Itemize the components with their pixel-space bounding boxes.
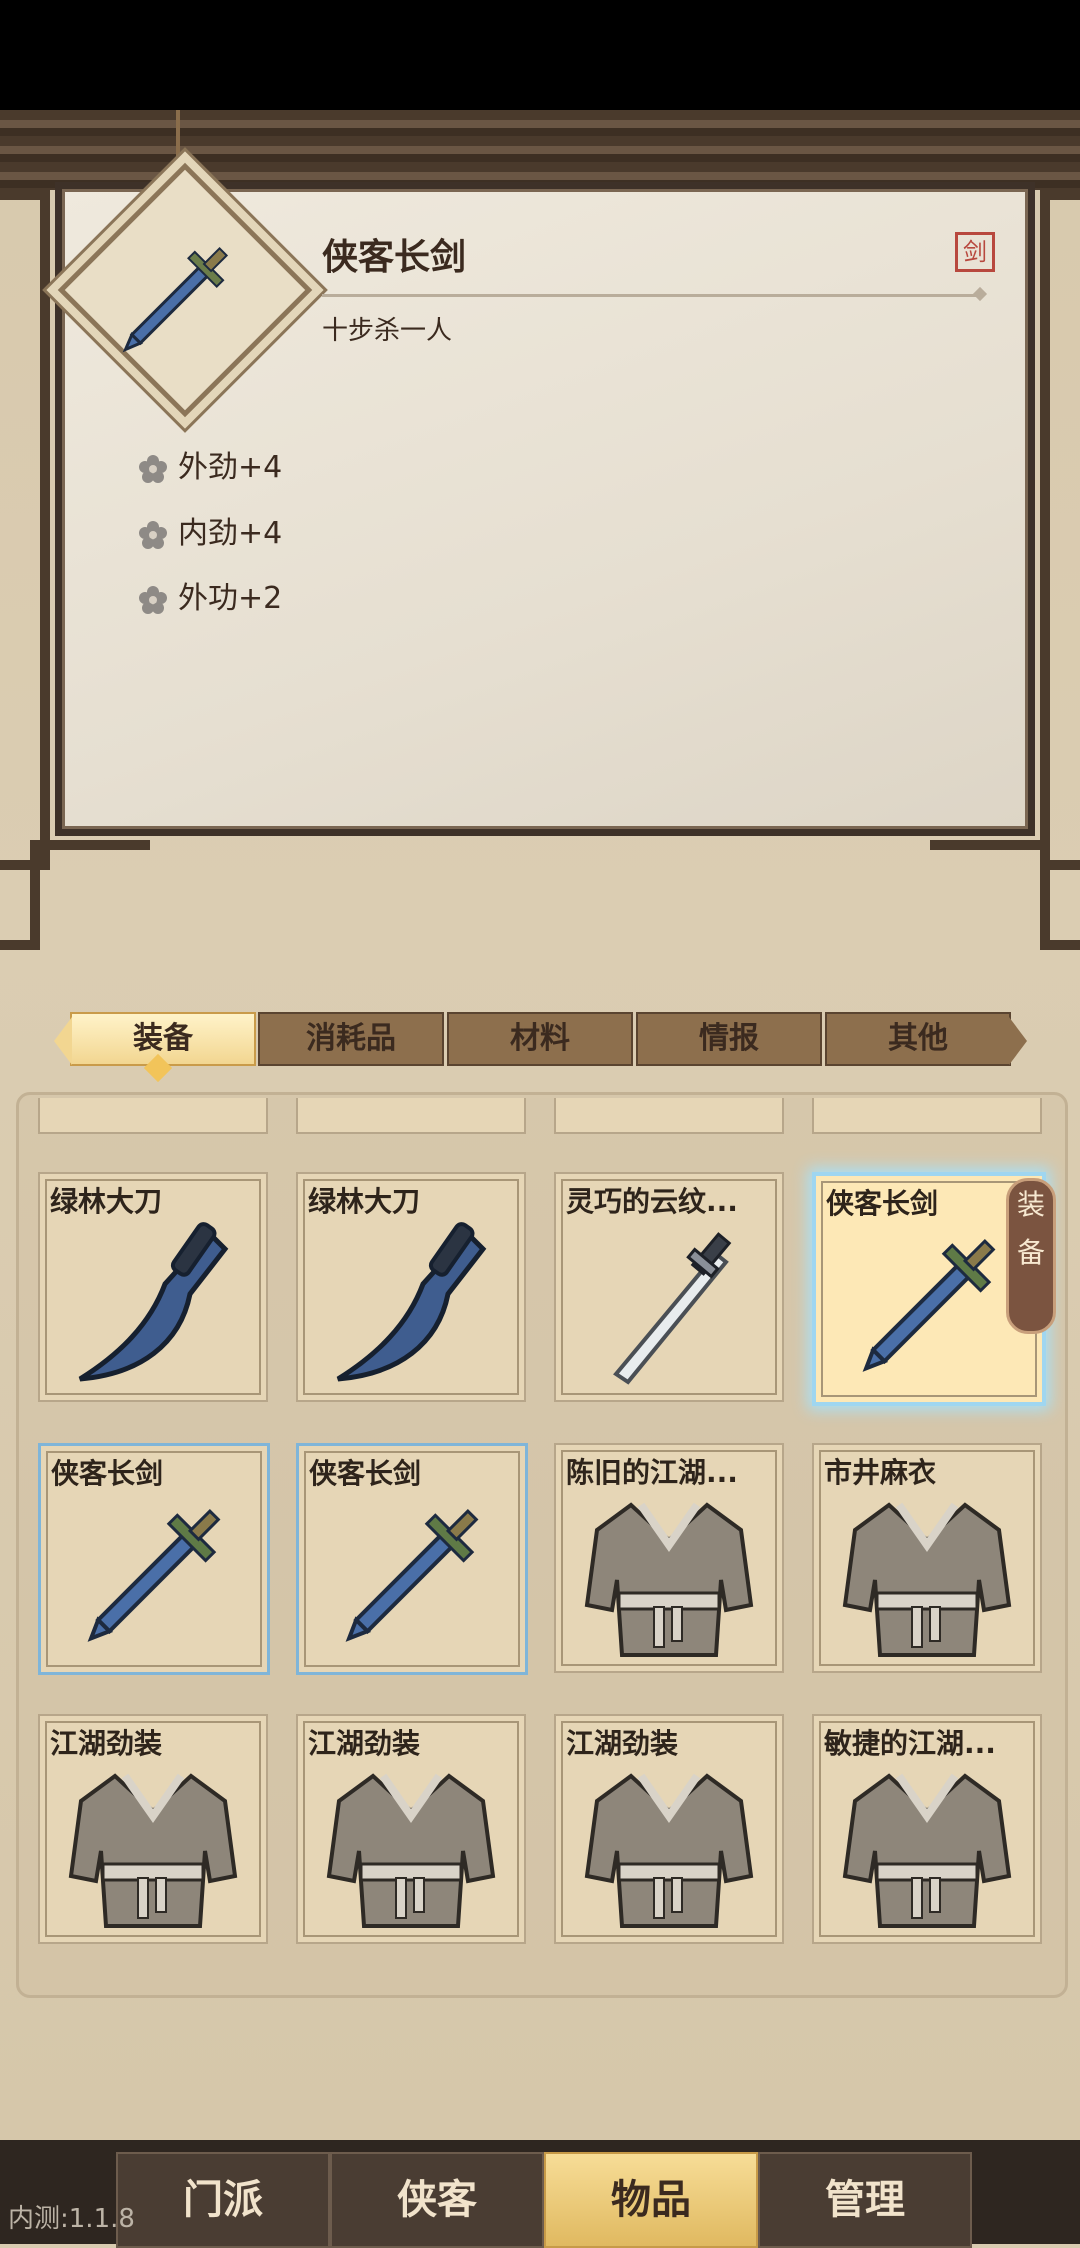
item-label: 江湖劲装	[50, 1727, 163, 1760]
flower-icon	[138, 520, 168, 550]
tab-intel[interactable]: 情报	[636, 1012, 822, 1066]
wooden-beams	[0, 110, 1080, 190]
lattice-bottom-left	[30, 840, 150, 850]
flower-icon	[138, 585, 168, 615]
tab-consumables[interactable]: 消耗品	[258, 1012, 444, 1066]
stat-label: 内劲+4	[178, 516, 283, 551]
stat-label: 外功+2	[178, 581, 283, 616]
long-sword-icon	[61, 1486, 247, 1662]
tab-arrow-icon	[1009, 1017, 1027, 1065]
inventory-item[interactable]: 侠客长剑	[296, 1443, 528, 1675]
title-divider	[322, 294, 982, 297]
stat-label: 外劲+4	[178, 450, 283, 485]
lattice-left	[0, 190, 50, 870]
tab-materials[interactable]: 材料	[447, 1012, 633, 1066]
item-label: 陈旧的江湖...	[566, 1456, 738, 1489]
inventory-item[interactable]: 绿林大刀	[38, 1172, 268, 1402]
inventory-item[interactable]: 市井麻衣	[812, 1443, 1042, 1673]
nav-manage[interactable]: 管理	[758, 2152, 972, 2248]
item-label: 绿林大刀	[308, 1185, 421, 1218]
inventory-item[interactable]: 绿林大刀	[296, 1172, 526, 1402]
robe-icon	[576, 1756, 762, 1932]
long-sword-icon	[319, 1486, 505, 1662]
robe-icon	[60, 1756, 246, 1932]
stat-row: 外劲+4	[138, 448, 282, 488]
item-label: 江湖劲装	[566, 1727, 679, 1760]
grid-cell-partial[interactable]	[812, 1098, 1042, 1134]
item-label: 侠客长剑	[51, 1457, 164, 1490]
inventory-item[interactable]: 敏捷的江湖...	[812, 1714, 1042, 1944]
tab-other[interactable]: 其他	[825, 1012, 1027, 1066]
inventory-item[interactable]: 灵巧的云纹...	[554, 1172, 784, 1402]
status-bar	[0, 0, 1080, 110]
inventory-item[interactable]: 陈旧的江湖...	[554, 1443, 784, 1673]
version-label: 内测:1.1.8	[8, 2204, 135, 2234]
robe-icon	[318, 1756, 504, 1932]
inventory-item[interactable]: 江湖劲装	[296, 1714, 526, 1944]
lattice-foot-left	[0, 940, 40, 950]
item-label: 敏捷的江湖...	[824, 1727, 996, 1760]
inventory-item[interactable]: 江湖劲装	[554, 1714, 784, 1944]
long-sword-icon	[836, 1216, 1022, 1392]
item-label: 江湖劲装	[308, 1727, 421, 1760]
equipped-tag: 装备	[1006, 1178, 1056, 1334]
item-label: 侠客长剑	[826, 1187, 939, 1220]
nav-items[interactable]: 物品	[544, 2152, 758, 2248]
robe-icon	[834, 1756, 1020, 1932]
item-label: 市井麻衣	[824, 1456, 937, 1489]
item-name: 侠客长剑	[322, 237, 467, 278]
lattice-post-left	[30, 840, 40, 950]
grid-cell-partial[interactable]	[296, 1098, 526, 1134]
stat-row: 内劲+4	[138, 514, 282, 554]
grid-cell-partial[interactable]	[554, 1098, 784, 1134]
category-tabs: 装备 消耗品 材料 情报 其他	[54, 1012, 1027, 1066]
saber-icon	[60, 1214, 246, 1390]
grid-cell-partial[interactable]	[38, 1098, 268, 1134]
inventory-item[interactable]: 侠客长剑	[38, 1443, 270, 1675]
item-type-badge: 剑	[955, 232, 995, 272]
bottom-nav: 门派 侠客 物品 管理	[0, 2140, 1080, 2248]
lattice-bottom-right	[930, 840, 1050, 850]
item-description: 十步杀一人	[322, 316, 453, 346]
saber-icon	[318, 1214, 504, 1390]
inventory-item[interactable]: 江湖劲装	[38, 1714, 268, 1944]
item-label: 灵巧的云纹...	[566, 1185, 738, 1218]
lattice-foot-right	[1040, 940, 1080, 950]
nav-heroes[interactable]: 侠客	[330, 2152, 544, 2248]
item-label: 绿林大刀	[50, 1185, 163, 1218]
stat-row: 外功+2	[138, 579, 282, 619]
robe-icon	[576, 1485, 762, 1661]
nav-sect[interactable]: 门派	[116, 2152, 330, 2248]
flower-icon	[138, 454, 168, 484]
lattice-post-right	[1040, 840, 1050, 950]
robe-icon	[834, 1485, 1020, 1661]
dao-sword-icon	[576, 1214, 762, 1390]
tab-arrow-icon	[54, 1017, 72, 1065]
long-sword-icon	[122, 246, 229, 353]
lattice-right	[1040, 190, 1080, 870]
item-label: 侠客长剑	[309, 1457, 422, 1490]
